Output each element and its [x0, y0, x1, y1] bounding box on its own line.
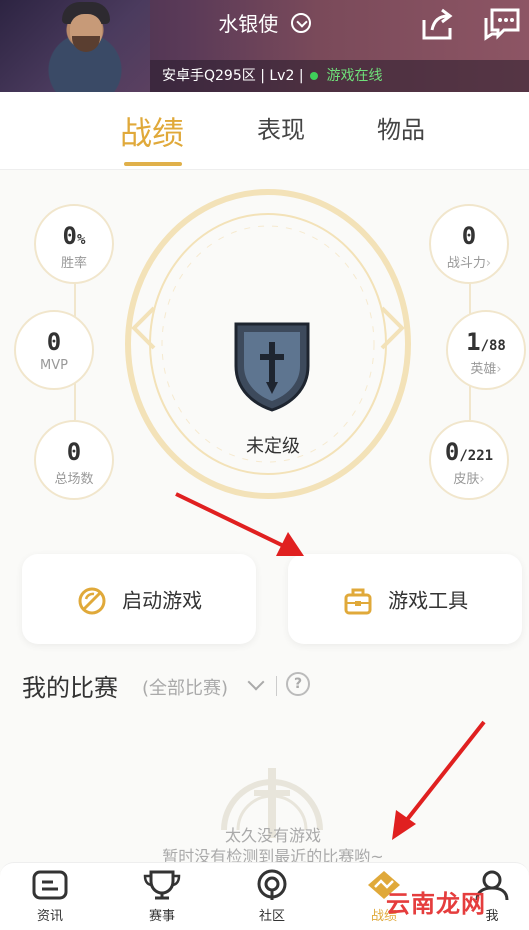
online-status: 游戏在线 — [326, 68, 383, 84]
watermark-logo: 云南龙网 — [386, 890, 486, 918]
trophy-icon — [143, 870, 181, 900]
stat-total-games: 0 总场数 — [34, 420, 114, 500]
game-tools-button[interactable]: 游戏工具 — [288, 554, 522, 644]
rank-label: 未定级 — [246, 436, 300, 457]
tab-underline — [124, 162, 182, 166]
tab-items[interactable]: 物品 — [377, 110, 425, 145]
chevron-down-icon[interactable] — [290, 12, 311, 33]
news-icon — [32, 870, 68, 900]
server-name: 安卓手Q295区 — [162, 68, 256, 84]
player-name: 水银使 — [218, 12, 279, 36]
tab-performance[interactable]: 表现 — [257, 110, 305, 145]
share-icon[interactable] — [418, 6, 456, 42]
server-status-bar: 安卓手Q295区 | Lv2 | 游戏在线 — [150, 60, 529, 92]
launch-game-button[interactable]: 启动游戏 — [22, 554, 256, 644]
stat-mvp: 0 MVP — [14, 310, 94, 390]
stat-skins[interactable]: 0/221 皮肤› — [429, 420, 509, 500]
online-dot-icon — [310, 71, 318, 80]
nav-community[interactable]: 社区 — [232, 869, 312, 924]
stat-win-rate: 0% 胜率 — [34, 204, 114, 284]
help-icon[interactable]: ? — [286, 672, 310, 696]
stat-power[interactable]: 0 战斗力› — [429, 204, 509, 284]
message-icon[interactable] — [480, 4, 524, 44]
toolbox-icon — [344, 588, 372, 614]
nav-events[interactable]: 赛事 — [122, 869, 202, 924]
launch-icon — [78, 587, 106, 614]
community-icon — [257, 869, 287, 900]
matches-title: 我的比赛 — [22, 674, 118, 702]
tab-record[interactable]: 战绩 — [120, 108, 184, 154]
rank-shield-icon — [234, 322, 310, 412]
stats-panel: 未定级 0% 胜率 0 MVP 0 总场数 0 战斗力› 1/88 英雄› 0/… — [0, 170, 529, 540]
matches-filter[interactable]: (全部比赛) — [142, 674, 228, 700]
tab-bar: 战绩 表现 物品 — [0, 92, 529, 170]
player-level: Lv2 — [269, 68, 295, 84]
profile-header: 水银使 安卓手Q295区 | Lv2 | 游戏在线 — [0, 0, 529, 92]
nav-news[interactable]: 资讯 — [10, 869, 90, 924]
chevron-down-icon[interactable] — [247, 673, 265, 691]
divider — [276, 676, 277, 696]
stat-heroes[interactable]: 1/88 英雄› — [446, 310, 526, 390]
